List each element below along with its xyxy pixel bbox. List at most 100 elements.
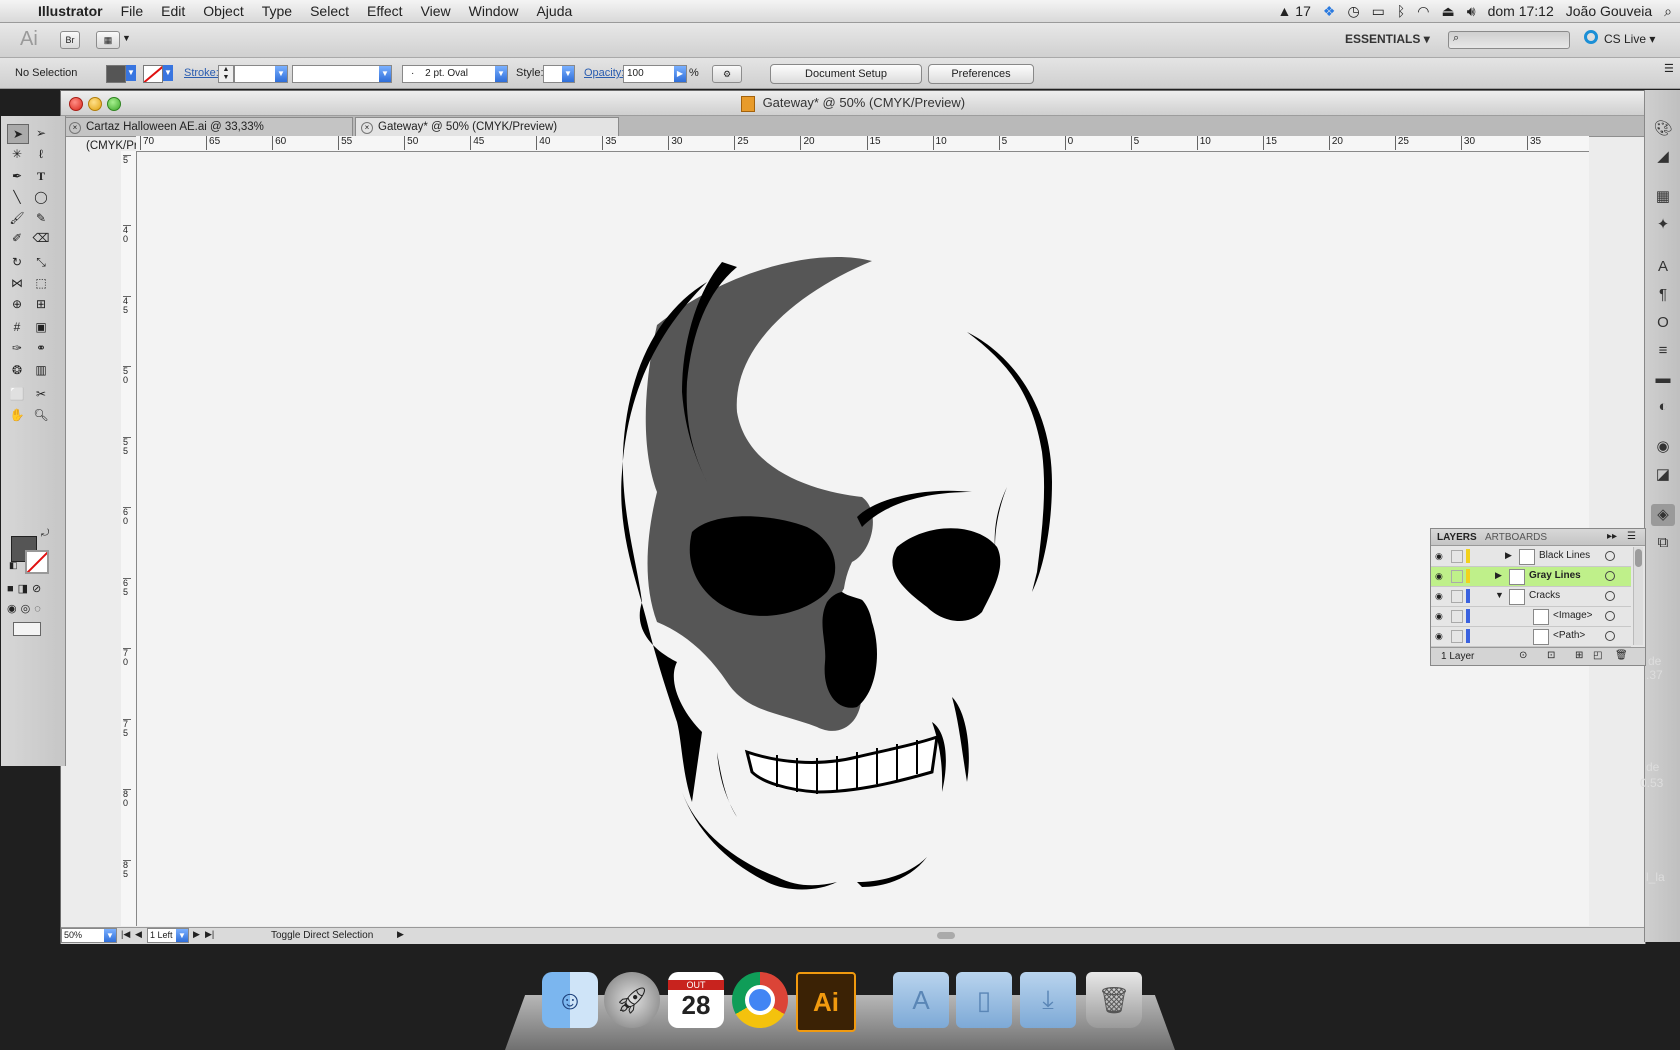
menu-view[interactable]: View [412,3,460,19]
character-panel-icon[interactable]: A [1651,256,1675,278]
clock[interactable]: dom 17:12 [1488,3,1554,19]
target-circle-icon[interactable] [1605,631,1615,641]
tab-gateway[interactable]: × Gateway* @ 50% (CMYK/Preview) [355,117,619,136]
color-mode-icons[interactable]: ■◨⊘ [7,582,45,595]
lock-toggle[interactable] [1451,570,1463,583]
dropbox-icon[interactable]: ❖ [1323,3,1336,20]
menu-object[interactable]: Object [194,3,252,19]
zoom-tool-icon[interactable]: 🔍︎ [31,406,51,424]
artboard-navigation-field[interactable]: 1 Left ▼ [147,928,189,943]
stroke-dropdown-icon[interactable]: ▼ [163,65,173,81]
tab-cartaz-halloween[interactable]: × Cartaz Halloween AE.ai @ 33,33% (CMYK/… [63,117,353,152]
eject-icon[interactable]: ⏏ [1442,3,1455,20]
layer-name[interactable]: Black Lines [1539,550,1590,561]
visibility-eye-icon[interactable]: ◉ [1435,571,1447,581]
style-chevron-icon[interactable]: ▼ [562,66,574,82]
stroke-swatch[interactable] [143,65,163,83]
adobe-updates-icon[interactable]: ▲ 17 [1278,3,1311,19]
profile-chevron-icon[interactable]: ▼ [379,66,391,82]
illustrator-dock-icon[interactable]: Ai [796,972,856,1032]
stroke-weight-dropdown-icon[interactable]: ▼ [275,66,287,82]
menu-file[interactable]: File [112,3,153,19]
zoom-window-button[interactable] [107,97,121,111]
trash-icon[interactable]: 🗑︎ [1086,972,1142,1028]
tab-layers[interactable]: LAYERS [1437,532,1477,543]
locate-object-icon[interactable]: ⊙ [1519,650,1527,661]
close-tab-icon[interactable]: × [361,122,373,134]
layer-row[interactable]: ◉ <Path> [1431,627,1631,647]
workspace-switcher[interactable]: ESSENTIALS ▾ [1345,32,1430,46]
downloads-folder-icon[interactable]: ⤓ [1020,972,1076,1028]
cs-live-button[interactable]: CS Live ▾ [1604,32,1655,46]
opacity-panel-link[interactable]: Opacity: [584,67,624,79]
new-sublayer-icon[interactable]: ⊞ [1575,650,1583,661]
graphic-style-dropdown[interactable]: ▼ [543,65,575,83]
app-menu[interactable]: Illustrator [29,3,112,19]
menu-window[interactable]: Window [460,3,528,19]
last-artboard-icon[interactable]: ▶| [205,929,214,940]
gradient-panel-icon[interactable]: ▬ [1651,368,1675,390]
menu-effect[interactable]: Effect [358,3,412,19]
lasso-tool-icon[interactable]: ℓ [31,145,51,163]
column-graph-tool-icon[interactable]: ▥ [31,361,51,379]
panel-menu-icon[interactable]: ☰ [1627,531,1636,542]
shape-builder-tool-icon[interactable]: ⊕ [7,295,27,313]
arrange-documents-button[interactable]: ▦ [96,31,120,49]
search-input[interactable]: ⌕ [1448,31,1570,49]
type-tool-icon[interactable]: T [31,167,51,185]
lock-toggle[interactable] [1451,630,1463,643]
horizontal-scrollbar-thumb[interactable] [937,932,955,939]
layer-name[interactable]: <Image> [1553,610,1592,621]
paragraph-panel-icon[interactable]: ¶ [1651,284,1675,306]
magic-wand-tool-icon[interactable]: ✳ [7,145,27,163]
direct-selection-tool-icon[interactable]: ➢ [31,124,51,142]
blend-tool-icon[interactable]: ⚭ [31,339,51,357]
transparency-panel-icon[interactable]: ◐ [1651,396,1675,418]
close-window-button[interactable] [69,97,83,111]
target-circle-icon[interactable] [1605,571,1615,581]
pencil-tool-icon[interactable]: ✎ [31,209,51,227]
arrange-chevron-icon[interactable]: ▼ [122,33,131,43]
layers-scrollbar[interactable] [1633,547,1643,645]
symbol-sprayer-tool-icon[interactable]: ❂ [7,361,27,379]
next-artboard-icon[interactable]: ▶ [193,929,200,940]
layers-panel-icon[interactable]: ◈ [1651,504,1675,526]
graphic-styles-icon[interactable]: ◪ [1651,464,1675,486]
pen-tool-icon[interactable]: ✒ [7,167,27,185]
opacity-field[interactable]: 100 ▶ [623,65,687,83]
launchpad-icon[interactable]: 🚀︎ [604,972,660,1028]
spotlight-icon[interactable]: ⌕ [1664,3,1672,20]
tab-artboards[interactable]: ARTBOARDS [1485,532,1547,543]
document-setup-button[interactable]: Document Setup [770,64,922,84]
brush-definition-dropdown[interactable]: · 2 pt. Oval ▼ [402,65,508,83]
panel-collapse-icon[interactable]: ▸▸ [1607,531,1617,542]
lock-toggle[interactable] [1451,590,1463,603]
brush-chevron-icon[interactable]: ▼ [495,66,507,82]
swap-fill-stroke-icon[interactable]: ⤾ [41,528,49,539]
target-circle-icon[interactable] [1605,591,1615,601]
layer-name[interactable]: Cracks [1529,590,1560,601]
target-circle-icon[interactable] [1605,611,1615,621]
swatches-panel-icon[interactable]: ▦ [1651,186,1675,208]
calendar-icon[interactable]: OUT 28 [668,972,724,1028]
expand-triangle-icon[interactable]: ▼ [1495,590,1504,600]
delete-layer-icon[interactable]: 🗑︎ [1615,650,1628,661]
draw-mode-icons[interactable]: ◉◎◌ [7,602,45,615]
finder-icon[interactable]: ☺ [542,972,598,1028]
line-tool-icon[interactable]: ╲ [7,188,27,206]
lock-toggle[interactable] [1451,610,1463,623]
eraser-tool-icon[interactable]: ⌫ [31,229,51,247]
stroke-weight-stepper[interactable]: ▲ ▼ [218,65,234,83]
preferences-button[interactable]: Preferences [928,64,1034,84]
gradient-tool-icon[interactable]: ▣ [31,318,51,336]
stroke-color-box[interactable] [25,550,49,574]
menu-help[interactable]: Ajuda [527,3,581,19]
color-guide-icon[interactable]: ◢ [1651,146,1675,168]
volume-icon[interactable]: 🔊︎ [1467,3,1476,20]
fill-dropdown-icon[interactable]: ▼ [126,65,136,81]
slice-tool-icon[interactable]: ✂ [31,385,51,403]
visibility-eye-icon[interactable]: ◉ [1435,631,1447,641]
variable-width-profile-dropdown[interactable]: ▼ [292,65,392,83]
color-panel-icon[interactable]: 🎨︎ [1651,118,1675,140]
blob-brush-tool-icon[interactable]: ✐ [7,229,27,247]
